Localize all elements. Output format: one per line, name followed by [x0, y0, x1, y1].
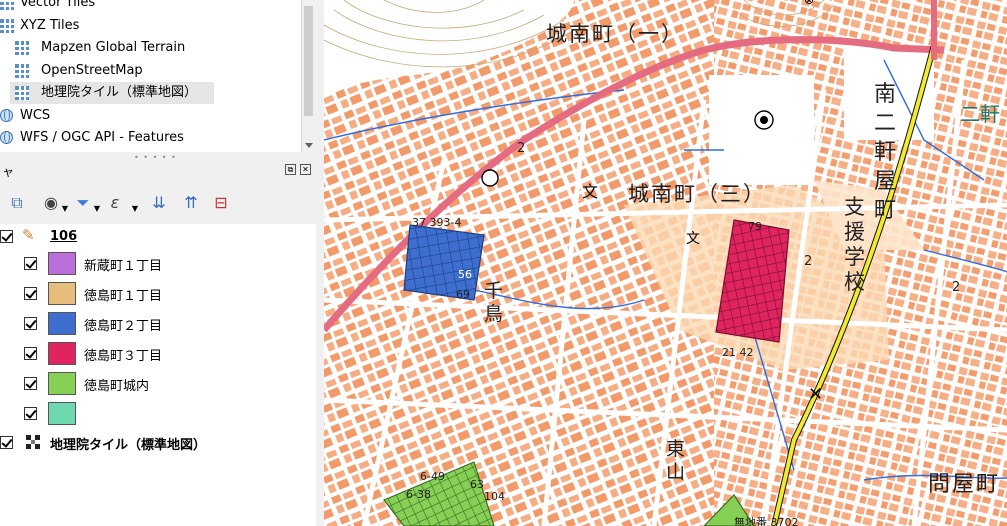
layer-item-tokushima3[interactable]: 徳島町３丁目 — [0, 338, 316, 368]
layers-panel-title: ャ — [2, 165, 15, 179]
map-label-shien: 支援学校 — [844, 195, 865, 294]
layer-tree: ✎ 106 新蔵町１丁目 徳島町１丁目 徳島町２丁目 徳島町３丁目 徳島町城内 — [0, 224, 316, 526]
parcel-number: 63 — [470, 478, 484, 491]
browser-item-xyz-tiles[interactable]: XYZ Tiles — [0, 15, 300, 37]
browser-scrollbar[interactable] — [301, 0, 316, 152]
left-panel: Vector Tiles XYZ Tiles Mapzen Global Ter… — [0, 0, 316, 526]
layer-label: 地理院タイル（標準地図） — [50, 438, 207, 453]
browser-panel: Vector Tiles XYZ Tiles Mapzen Global Ter… — [0, 0, 316, 152]
parcel-number: 79 — [748, 220, 762, 233]
parcel-number: 無地番 3702 — [734, 516, 799, 526]
layer-checkbox[interactable] — [24, 407, 37, 420]
map-label-nikken: 二軒 — [960, 102, 1000, 126]
browser-item-gsi-selected[interactable]: 地理院タイル（標準地図） — [10, 82, 214, 104]
pencil-edit-icon: ✎ — [22, 226, 35, 244]
parcel-number: 69 — [456, 288, 470, 301]
grid-icon — [15, 64, 29, 78]
browser-item-label: WCS — [20, 108, 51, 123]
map-label-minami: 南二軒屋町 — [874, 82, 897, 223]
panel-gutter[interactable] — [316, 0, 324, 526]
map-number: 2 — [517, 141, 526, 156]
map-label-toiya: 問屋町 — [928, 472, 1001, 497]
expression-filter-icon[interactable]: ε — [104, 192, 126, 214]
map-canvas[interactable]: 文 文 ✕ ⊗ 城南町（一） 城南町（三） 南二軒屋町 支援学校 千鳥 東山 問… — [324, 0, 1007, 526]
layer-checkbox[interactable] — [0, 436, 13, 449]
layer-checkbox[interactable] — [24, 257, 37, 270]
close-panel-icon[interactable]: ✕ — [300, 164, 311, 175]
globe-icon — [0, 109, 13, 122]
parcel-number: 6-49 — [420, 470, 445, 483]
color-swatch — [48, 252, 76, 275]
map-label-jonan3: 城南町（三） — [628, 182, 766, 206]
color-swatch — [48, 402, 76, 425]
chevron-down-icon[interactable]: ▼ — [124, 198, 146, 220]
raster-tile-icon — [26, 435, 40, 449]
group-label: 106 — [50, 229, 78, 244]
layer-label: 徳島町２丁目 — [84, 319, 163, 334]
grid-icon — [15, 86, 29, 100]
map-label-chidori: 千鳥 — [484, 280, 504, 325]
layers-panel-titlebar: ャ ⧉ ✕ — [0, 158, 316, 184]
layer-item-shinkura[interactable]: 新蔵町１丁目 — [0, 248, 316, 278]
parcel-number: 104 — [484, 490, 505, 503]
parcel-number: 37 393-4 — [412, 216, 462, 229]
browser-item-label: OpenStreetMap — [41, 63, 143, 78]
layer-item-unnamed[interactable] — [0, 398, 316, 428]
browser-item-vector-tiles[interactable]: Vector Tiles — [0, 0, 300, 14]
browser-item-label: 地理院タイル（標準地図） — [41, 85, 198, 100]
browser-item-osm[interactable]: OpenStreetMap — [0, 60, 300, 82]
map-number: 2 — [952, 280, 961, 295]
parcel-polygon-tokushima2 — [403, 224, 485, 301]
layer-checkbox[interactable] — [24, 287, 37, 300]
browser-item-label: XYZ Tiles — [20, 18, 80, 33]
layer-item-jonai[interactable]: 徳島町城内 — [0, 368, 316, 398]
layers-toolbar: ⧉ ◉ ▼ ⏷ ▼ ε ▼ ⇊ ⇈ ⊟ — [0, 184, 316, 224]
color-swatch — [48, 342, 76, 365]
browser-item-label: WFS / OGC API - Features — [20, 130, 184, 145]
map-label-jonan1: 城南町（一） — [546, 22, 684, 46]
color-swatch — [48, 282, 76, 305]
layer-item-tokushima2[interactable]: 徳島町２丁目 — [0, 308, 316, 338]
svg-text:⊗: ⊗ — [804, 0, 814, 7]
remove-layer-icon[interactable]: ⊟ — [210, 192, 232, 214]
grid-icon — [15, 41, 29, 55]
svg-text:文: 文 — [582, 182, 598, 201]
scrollbar-thumb[interactable] — [304, 6, 313, 116]
layer-checkbox[interactable] — [24, 377, 37, 390]
scroll-down-arrow-icon[interactable] — [305, 143, 313, 148]
map-label-higashi: 東山 — [666, 438, 686, 483]
layer-label: 徳島町３丁目 — [84, 349, 163, 364]
map-number: 2 — [804, 254, 813, 269]
group-checkbox[interactable] — [0, 230, 13, 243]
globe-icon — [0, 131, 13, 144]
expand-all-icon[interactable]: ⇊ — [148, 192, 170, 214]
browser-item-label: Vector Tiles — [20, 0, 96, 10]
layer-label: 新蔵町１丁目 — [84, 259, 163, 274]
grid-icon — [0, 0, 14, 10]
svg-text:✕: ✕ — [808, 384, 823, 405]
layer-label: 徳島町１丁目 — [84, 289, 163, 304]
float-panel-icon[interactable]: ⧉ — [285, 164, 296, 175]
collapse-all-icon[interactable]: ⇈ — [180, 192, 202, 214]
parcel-number: 21 42 — [722, 346, 754, 359]
browser-item-mapzen[interactable]: Mapzen Global Terrain — [0, 37, 300, 59]
layer-item-tokushima1[interactable]: 徳島町１丁目 — [0, 278, 316, 308]
layer-checkbox[interactable] — [24, 317, 37, 330]
parcel-number: 56 — [458, 268, 472, 281]
layer-label: 徳島町城内 — [84, 379, 150, 394]
color-swatch — [48, 312, 76, 335]
grid-icon — [0, 19, 14, 33]
color-swatch — [48, 372, 76, 395]
browser-item-wcs[interactable]: WCS — [0, 105, 300, 127]
svg-text:文: 文 — [686, 231, 700, 247]
parcel-number: 6-38 — [406, 488, 431, 501]
layer-basemap[interactable]: 地理院タイル（標準地図） — [0, 428, 316, 458]
layer-checkbox[interactable] — [24, 347, 37, 360]
add-group-icon[interactable]: ⧉ — [6, 192, 28, 214]
browser-item-wfs[interactable]: WFS / OGC API - Features — [0, 127, 300, 149]
browser-item-label: Mapzen Global Terrain — [41, 40, 186, 55]
